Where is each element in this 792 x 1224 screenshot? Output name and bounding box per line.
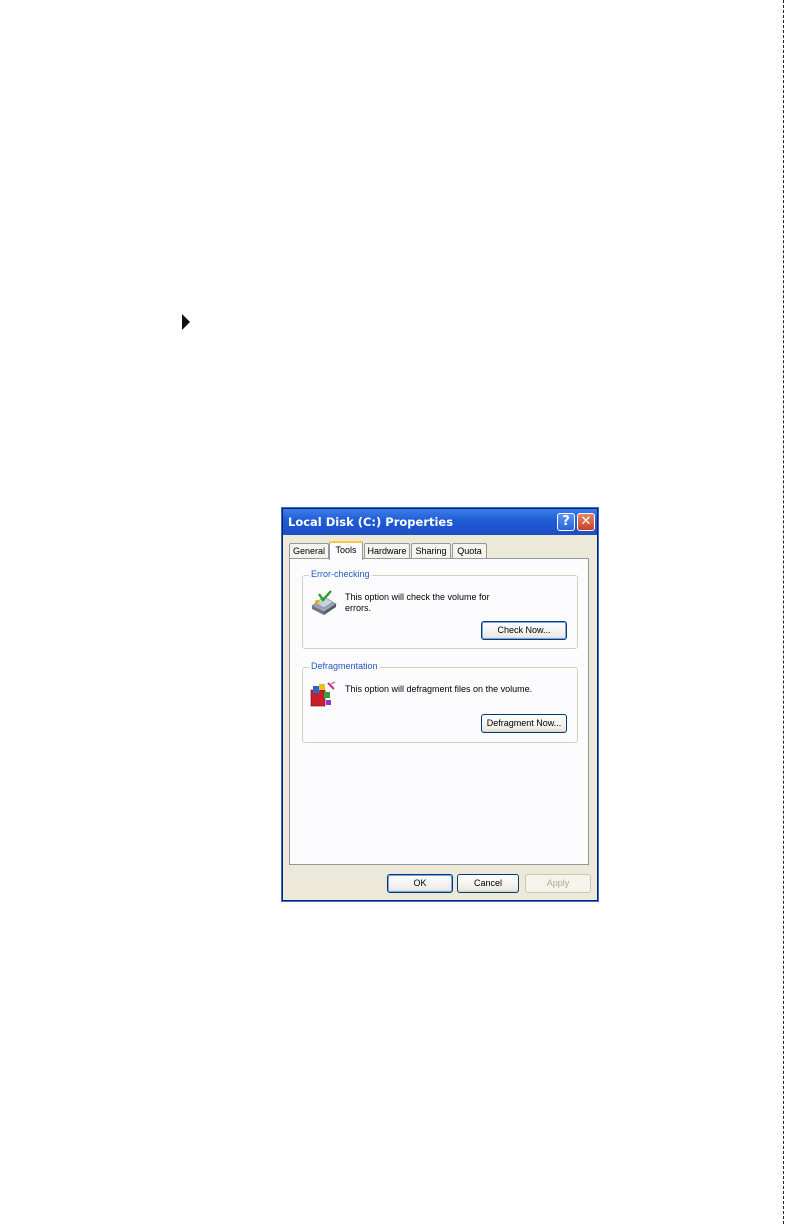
close-button[interactable]: ✕ [577,513,595,531]
disk-check-icon [311,590,337,615]
defragment-now-button[interactable]: Defragment Now... [481,714,567,733]
tab-hardware[interactable]: Hardware [364,543,410,558]
help-button[interactable]: ? [557,513,575,531]
dialog-title: Local Disk (C:) Properties [288,515,454,529]
error-checking-group: Error-checking This option will check th… [302,569,578,649]
defragmentation-heading: Defragmentation [309,661,380,671]
check-now-button[interactable]: Check Now... [481,621,567,640]
tab-general[interactable]: General [289,543,329,558]
apply-button[interactable]: Apply [525,874,591,893]
cancel-button[interactable]: Cancel [457,874,519,893]
margin-rule [783,0,784,1224]
defragment-icon [310,681,336,707]
properties-dialog: Local Disk (C:) Properties ? ✕ General T… [282,508,598,901]
triangle-bullet-icon [182,314,190,330]
tab-tools[interactable]: Tools [329,541,363,560]
tab-quota[interactable]: Quota [452,543,487,558]
defragmentation-group: Defragmentation This option will defragm… [302,661,578,743]
tab-sharing[interactable]: Sharing [411,543,451,558]
title-bar[interactable]: Local Disk (C:) Properties ? ✕ [283,509,597,535]
tools-panel: Error-checking This option will check th… [289,558,589,865]
error-checking-description: This option will check the volume for er… [345,592,490,613]
ok-button[interactable]: OK [387,874,453,893]
defragmentation-description: This option will defragment files on the… [345,684,533,694]
error-checking-heading: Error-checking [309,569,372,579]
